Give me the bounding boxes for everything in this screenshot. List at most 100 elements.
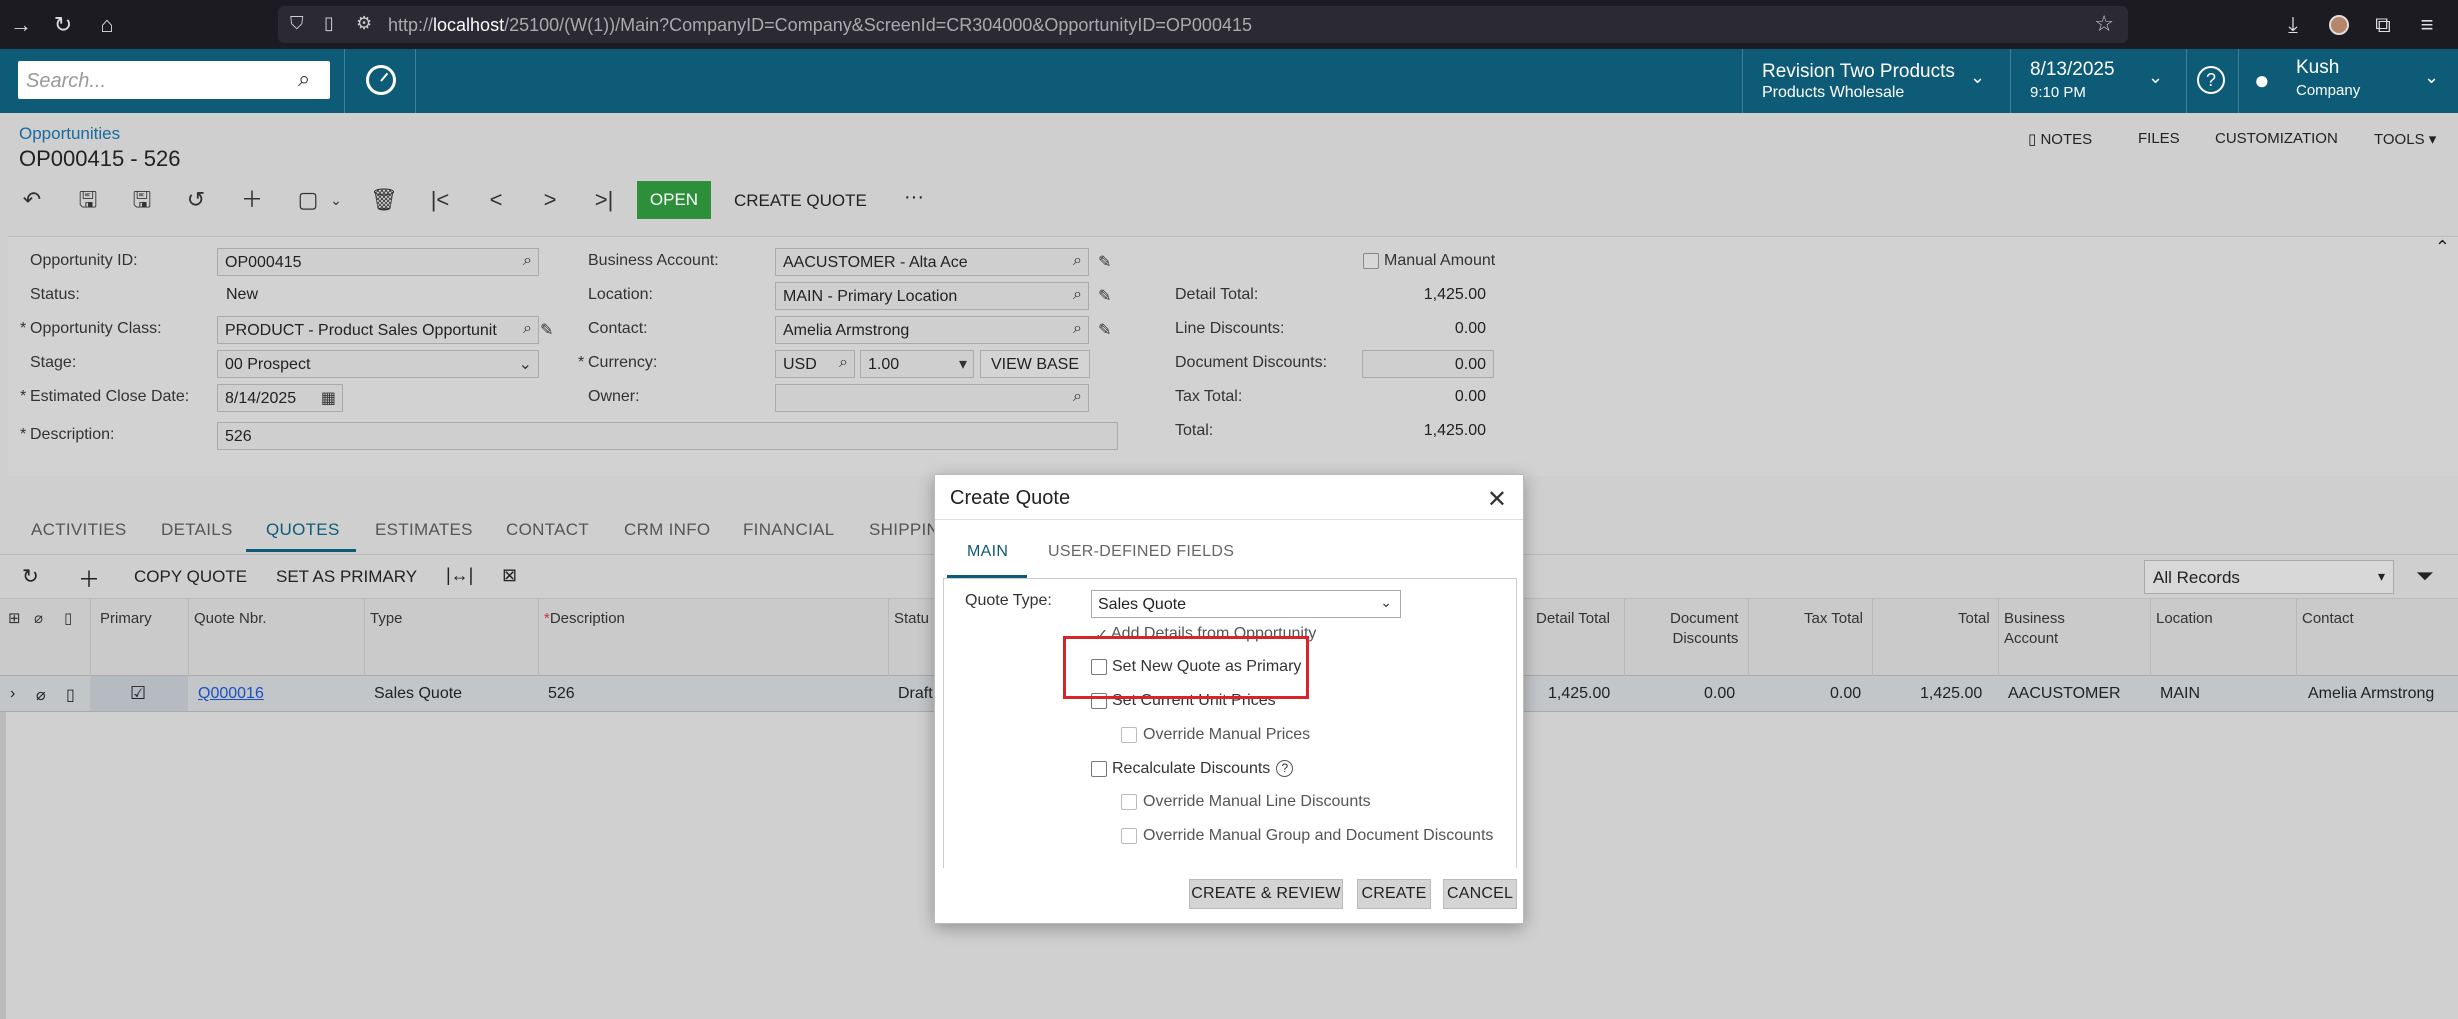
- edit-pencil-icon[interactable]: ✎: [1098, 252, 1111, 272]
- search-icon[interactable]: ⌕: [523, 252, 532, 270]
- tab-financial[interactable]: FINANCIAL: [743, 520, 835, 540]
- tab-estimates[interactable]: ESTIMATES: [375, 520, 473, 540]
- user-menu[interactable]: ● Kush Company ⌄: [2238, 49, 2458, 113]
- quote-type-select[interactable]: Sales Quote ⌄: [1091, 590, 1401, 618]
- opportunity-class-field[interactable]: PRODUCT - Product Sales Opportunit ⌕: [217, 316, 539, 344]
- tools-menu[interactable]: TOOLS ▾: [2374, 130, 2436, 148]
- search-input[interactable]: Search...: [26, 70, 106, 93]
- owner-field[interactable]: ⌕: [775, 384, 1089, 412]
- note-icon[interactable]: ▯: [66, 685, 75, 705]
- search-icon[interactable]: ⌕: [839, 354, 848, 372]
- company-switcher[interactable]: Revision Two Products Products Wholesale…: [1742, 49, 2010, 113]
- reload-icon[interactable]: ↻: [50, 12, 76, 38]
- profile-avatar-icon[interactable]: [2326, 12, 2352, 38]
- override-line-discounts-checkbox[interactable]: [1121, 794, 1137, 810]
- more-actions-button[interactable]: ···: [904, 186, 924, 209]
- breadcrumb[interactable]: Opportunities: [19, 124, 120, 144]
- search-icon[interactable]: ⌕: [523, 320, 532, 338]
- close-icon[interactable]: ✕: [1487, 485, 1507, 514]
- next-record-icon[interactable]: >: [536, 188, 564, 212]
- currency-field[interactable]: USD ⌕: [775, 350, 855, 378]
- tab-contact[interactable]: CONTACT: [506, 520, 589, 540]
- edit-pencil-icon[interactable]: ✎: [1098, 320, 1111, 340]
- col-business-account[interactable]: Business Account: [2004, 609, 2065, 649]
- search-icon[interactable]: ⌕: [1073, 320, 1082, 338]
- dialog-tab-main[interactable]: MAIN: [967, 543, 1008, 561]
- location-field[interactable]: MAIN - Primary Location ⌕: [775, 282, 1089, 310]
- create-and-review-button[interactable]: CREATE & REVIEW: [1189, 879, 1343, 909]
- search-icon[interactable]: ⌕: [298, 66, 324, 92]
- col-contact[interactable]: Contact: [2302, 609, 2354, 629]
- primary-checkbox-checked[interactable]: ☑: [130, 683, 146, 704]
- help-button[interactable]: ?: [2186, 49, 2238, 113]
- contact-field[interactable]: Amelia Armstrong ⌕: [775, 316, 1089, 344]
- records-filter-select[interactable]: All Records ▾: [2144, 560, 2394, 594]
- search-icon[interactable]: ⌕: [1073, 252, 1082, 270]
- close-date-field[interactable]: 8/14/2025 ▦: [217, 384, 343, 412]
- search-box[interactable]: Search... ⌕: [18, 61, 330, 99]
- override-manual-prices-checkbox[interactable]: [1121, 727, 1137, 743]
- fit-columns-icon[interactable]: |↔|: [446, 565, 473, 586]
- col-total[interactable]: Total: [1958, 609, 1990, 629]
- save-close-icon[interactable]: 🖫: [74, 188, 102, 212]
- col-quote-nbr[interactable]: Quote Nbr.: [194, 609, 267, 629]
- col-tax-total[interactable]: Tax Total: [1804, 609, 1863, 629]
- first-record-icon[interactable]: |<: [426, 188, 454, 212]
- edit-pencil-icon[interactable]: ✎: [540, 320, 553, 340]
- col-primary[interactable]: Primary: [100, 609, 152, 629]
- set-as-primary-button[interactable]: SET AS PRIMARY: [276, 567, 417, 587]
- download-icon[interactable]: ⤓: [2280, 12, 2306, 38]
- override-group-discounts-checkbox[interactable]: [1121, 828, 1137, 844]
- calendar-icon[interactable]: ▦: [321, 388, 336, 408]
- refresh-icon[interactable]: ↻: [22, 564, 39, 589]
- bookmark-star-icon[interactable]: ☆: [2094, 11, 2114, 37]
- search-icon[interactable]: ⌕: [1073, 286, 1082, 304]
- tab-shipping[interactable]: SHIPPIN: [869, 520, 939, 540]
- col-location[interactable]: Location: [2156, 609, 2213, 629]
- customization-link[interactable]: CUSTOMIZATION: [2215, 130, 2338, 147]
- notes-link[interactable]: ▯ NOTES: [2028, 130, 2092, 148]
- add-row-icon[interactable]: ＋: [78, 562, 100, 594]
- previous-record-icon[interactable]: <: [482, 188, 510, 212]
- copy-paste-icon[interactable]: ▢: [294, 188, 322, 212]
- help-icon[interactable]: ?: [1276, 760, 1294, 778]
- undo-back-icon[interactable]: ↶: [18, 188, 46, 212]
- export-excel-icon[interactable]: ⊠: [502, 565, 517, 586]
- tab-crm-info[interactable]: CRM INFO: [624, 520, 710, 540]
- extensions-icon[interactable]: ⧉: [2370, 12, 2396, 38]
- opportunity-id-field[interactable]: OP000415 ⌕: [217, 248, 539, 276]
- open-button[interactable]: OPEN: [637, 181, 711, 219]
- tab-activities[interactable]: ACTIVITIES: [31, 520, 127, 540]
- manual-amount-checkbox[interactable]: [1363, 253, 1379, 269]
- copy-quote-button[interactable]: COPY QUOTE: [134, 567, 247, 587]
- expand-row-icon[interactable]: ›: [10, 685, 15, 703]
- chevron-down-icon[interactable]: ⌄: [322, 188, 350, 212]
- cancel-changes-icon[interactable]: ↺: [182, 188, 210, 212]
- home-icon[interactable]: ⌂: [94, 12, 120, 38]
- attachment-icon[interactable]: ⌀: [36, 685, 46, 705]
- back-arrow-icon[interactable]: →: [8, 12, 34, 38]
- create-quote-button[interactable]: CREATE QUOTE: [734, 191, 867, 211]
- delete-icon[interactable]: 🗑: [370, 188, 398, 212]
- filter-icon[interactable]: ⏷: [2416, 563, 2434, 589]
- col-status[interactable]: Statu: [894, 609, 929, 629]
- dialog-tab-user-defined-fields[interactable]: USER-DEFINED FIELDS: [1048, 543, 1234, 561]
- description-field[interactable]: 526: [217, 422, 1118, 450]
- menu-icon[interactable]: ≡: [2414, 12, 2440, 38]
- cancel-button[interactable]: CANCEL: [1443, 879, 1517, 909]
- collapse-icon[interactable]: ⌃: [2435, 237, 2450, 258]
- col-document-discounts[interactable]: Document Discounts: [1670, 609, 1738, 649]
- view-base-button[interactable]: VIEW BASE: [980, 350, 1090, 378]
- currency-rate-select[interactable]: 1.00 ▾: [860, 350, 974, 378]
- history-icon[interactable]: [366, 65, 396, 95]
- create-button[interactable]: CREATE: [1357, 879, 1431, 909]
- tab-details[interactable]: DETAILS: [161, 520, 233, 540]
- recalculate-discounts-checkbox[interactable]: [1091, 761, 1107, 777]
- save-icon[interactable]: 🖫: [128, 188, 156, 212]
- last-record-icon[interactable]: >|: [590, 188, 618, 212]
- business-date-selector[interactable]: 8/13/2025 9:10 PM ⌄: [2010, 49, 2186, 113]
- search-icon[interactable]: ⌕: [1073, 388, 1082, 406]
- col-type[interactable]: Type: [370, 609, 403, 629]
- tab-quotes[interactable]: QUOTES: [266, 520, 340, 540]
- quote-nbr-link[interactable]: Q000016: [198, 685, 264, 703]
